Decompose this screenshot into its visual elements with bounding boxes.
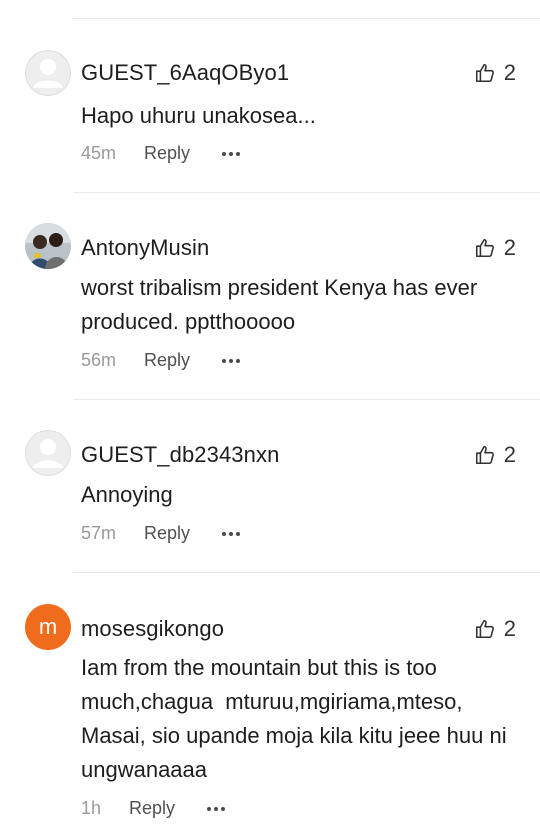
like-count: 2 [503, 442, 516, 467]
letter-avatar[interactable]: m [25, 604, 71, 650]
comment-time: 1h [81, 798, 102, 818]
comment-time: 45m [81, 143, 117, 163]
reply-button[interactable]: Reply [144, 523, 190, 544]
comment-text: Annoying [81, 482, 173, 507]
comment-time: 56m [81, 350, 117, 370]
comment-username[interactable]: AntonyMusin [81, 235, 209, 261]
more-options-icon[interactable] [222, 531, 241, 536]
comment-text: Iam from the mountain but this is too mu… [81, 655, 513, 782]
more-options-icon[interactable] [222, 151, 241, 156]
divider [73, 192, 540, 193]
comment-meta: 57m Reply [81, 523, 241, 544]
thumbs-up-icon [475, 63, 494, 83]
thumbs-up-icon [475, 238, 494, 258]
reply-button[interactable]: Reply [144, 350, 190, 371]
divider [73, 18, 540, 19]
like-count: 2 [503, 235, 516, 260]
reply-button[interactable]: Reply [129, 798, 175, 819]
comment-text: Hapo uhuru unakosea... [81, 103, 316, 128]
comment-username[interactable]: mosesgikongo [81, 616, 224, 642]
like-button[interactable]: 2 [474, 442, 516, 468]
like-count: 2 [503, 616, 516, 641]
comment-time: 57m [81, 523, 117, 543]
like-count: 2 [503, 60, 516, 85]
comment-text: worst tribalism president Kenya has ever… [81, 275, 478, 334]
user-photo-avatar[interactable] [25, 223, 71, 269]
comment-meta: 1h Reply [81, 798, 226, 819]
thumbs-up-icon [475, 445, 494, 465]
like-button[interactable]: 2 [474, 616, 516, 642]
more-options-icon[interactable] [222, 358, 241, 363]
default-avatar-icon[interactable] [25, 430, 71, 476]
comment-list: GUEST_6AaqOByo1 2 Hapo uhuru unakosea...… [0, 0, 540, 840]
thumbs-up-icon [475, 619, 494, 639]
more-options-icon[interactable] [207, 806, 226, 811]
default-avatar-icon[interactable] [25, 50, 71, 96]
divider [73, 572, 540, 573]
reply-button[interactable]: Reply [144, 143, 190, 164]
divider [73, 399, 540, 400]
like-button[interactable]: 2 [474, 235, 516, 261]
comment-username[interactable]: GUEST_db2343nxn [81, 442, 279, 468]
comment-meta: 56m Reply [81, 350, 241, 371]
like-button[interactable]: 2 [474, 60, 516, 86]
comment-username[interactable]: GUEST_6AaqOByo1 [81, 60, 289, 86]
comment-meta: 45m Reply [81, 143, 241, 164]
